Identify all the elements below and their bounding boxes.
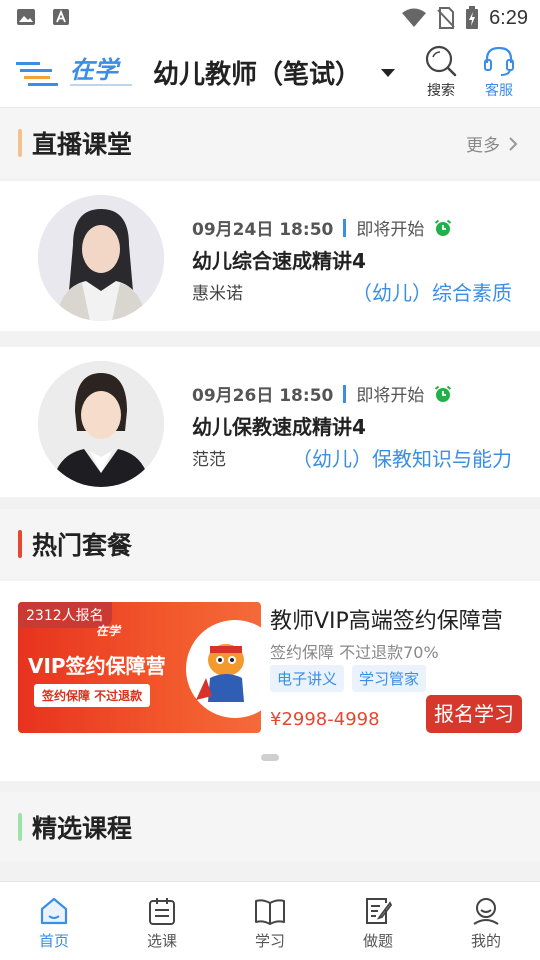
bottom-tab-bar: 首页 选课 学习 做题 我的 xyxy=(0,881,540,960)
search-icon xyxy=(425,45,457,77)
headset-icon xyxy=(484,46,514,76)
package-tags: 电子讲义 学习管家 xyxy=(270,665,427,692)
teacher-name: 范范 xyxy=(192,450,226,470)
section-accent-bar xyxy=(18,813,22,841)
alarm-clock-icon xyxy=(435,219,452,236)
tab-label: 学习 xyxy=(254,932,285,950)
section-accent-bar xyxy=(18,129,22,157)
section-accent-bar xyxy=(18,530,22,558)
live-section-title: 直播课堂 xyxy=(32,130,133,159)
app-logo[interactable]: 在学 xyxy=(14,54,138,92)
profile-icon xyxy=(473,898,499,925)
image-icon xyxy=(17,9,35,25)
featured-section-title: 精选课程 xyxy=(32,814,133,843)
search-button[interactable]: 搜索 xyxy=(413,44,469,100)
exercise-icon xyxy=(366,898,393,924)
live-course-title: 幼儿综合速成精讲4 xyxy=(192,249,366,273)
chevron-right-icon xyxy=(509,136,518,151)
meta-divider xyxy=(343,218,347,237)
carousel-indicator xyxy=(261,754,279,761)
tab-profile[interactable]: 我的 xyxy=(432,882,540,960)
featured-section-header: 精选课程 xyxy=(0,792,540,862)
live-course-card[interactable]: 09月26日 18:50 即将开始 幼儿保教速成精讲4 范范 （幼儿）保教知识与… xyxy=(0,347,540,497)
package-tag: 电子讲义 xyxy=(270,665,345,692)
live-section-header: 直播课堂 更多 xyxy=(0,108,540,178)
exam-category-label: 幼儿教师（笔试） xyxy=(153,60,362,90)
package-subtitle: 签约保障 不过退款70% xyxy=(270,643,439,662)
status-time: 6:29 xyxy=(489,6,528,29)
home-icon xyxy=(40,897,68,925)
customer-service-button[interactable]: 客服 xyxy=(471,44,527,100)
package-card[interactable]: 2312人报名 在学 VIP签约保障营 签约保障 不过退款 教师VIP高端签约保… xyxy=(0,581,540,781)
tab-exercise[interactable]: 做题 xyxy=(324,882,432,960)
live-course-card[interactable]: 09月24日 18:50 即将开始 幼儿综合速成精讲4 惠米诺 （幼儿）综合素质 xyxy=(0,181,540,331)
tab-label: 我的 xyxy=(470,932,501,950)
mascot-icon xyxy=(196,644,244,702)
live-datetime: 09月24日 18:50 xyxy=(192,220,334,240)
banner-subtitle: 签约保障 不过退款 xyxy=(34,684,151,707)
package-title: 教师VIP高端签约保障营 xyxy=(270,609,503,634)
status-bar: 6:29 xyxy=(0,0,540,36)
package-section-header: 热门套餐 xyxy=(0,509,540,579)
tab-home[interactable]: 首页 xyxy=(0,882,108,960)
wifi-icon xyxy=(402,8,427,27)
tab-label: 首页 xyxy=(38,932,69,950)
live-course-title: 幼儿保教速成精讲4 xyxy=(192,415,366,439)
tab-label: 选课 xyxy=(146,932,177,950)
live-status: 即将开始 xyxy=(356,220,425,240)
course-subject: （幼儿）保教知识与能力 xyxy=(292,447,512,471)
search-label: 搜索 xyxy=(427,83,455,99)
package-price: ¥2998-4998 xyxy=(270,709,380,730)
font-icon xyxy=(53,9,69,25)
live-datetime: 09月26日 18:50 xyxy=(192,386,334,406)
package-banner[interactable]: 2312人报名 在学 VIP签约保障营 签约保障 不过退款 xyxy=(18,602,261,733)
teacher-avatar xyxy=(38,361,164,487)
exam-category-dropdown[interactable]: 幼儿教师（笔试） xyxy=(153,54,396,91)
service-label: 客服 xyxy=(485,83,513,99)
course-subject: （幼儿）综合素质 xyxy=(352,281,512,305)
no-sim-icon xyxy=(437,7,455,29)
alarm-clock-icon xyxy=(435,385,452,402)
package-section-title: 热门套餐 xyxy=(32,531,133,560)
more-label: 更多 xyxy=(466,136,500,156)
package-tag: 学习管家 xyxy=(352,665,427,692)
live-status: 即将开始 xyxy=(356,386,425,406)
live-meta: 09月24日 18:50 即将开始 xyxy=(192,215,452,240)
more-link[interactable]: 更多 xyxy=(466,131,518,156)
live-meta: 09月26日 18:50 即将开始 xyxy=(192,381,452,406)
book-icon xyxy=(255,899,285,925)
tab-study[interactable]: 学习 xyxy=(216,882,324,960)
teacher-avatar xyxy=(38,195,164,321)
svg-text:在学: 在学 xyxy=(70,57,121,84)
teacher-name: 惠米诺 xyxy=(192,284,243,304)
app-header: 在学 幼儿教师（笔试） 搜索 客服 xyxy=(0,36,540,108)
battery-icon xyxy=(466,6,479,29)
banner-logo: 在学 xyxy=(96,624,121,638)
meta-divider xyxy=(343,384,347,403)
tab-label: 做题 xyxy=(362,932,393,950)
caret-down-icon xyxy=(381,68,396,77)
enroll-button[interactable]: 报名学习 xyxy=(426,695,522,733)
banner-title: VIP签约保障营 xyxy=(28,654,166,678)
course-select-icon xyxy=(149,898,175,925)
tab-course-select[interactable]: 选课 xyxy=(108,882,216,960)
mascot-circle xyxy=(186,620,261,718)
